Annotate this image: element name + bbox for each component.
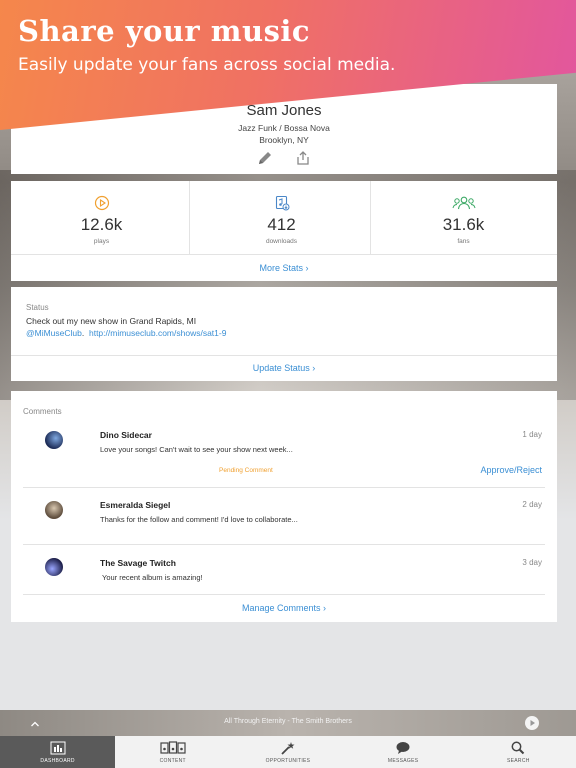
avatar [45,558,63,576]
tab-label: DASHBOARD [40,758,75,764]
play-icon [530,720,535,726]
tab-dashboard[interactable]: DASHBOARD [0,736,116,768]
comments-caption: Comments [23,407,62,416]
comment-time: 1 day [522,430,542,439]
comment-text: Love your songs! Can't wait to see your … [100,445,293,454]
stat-plays: 12.6k plays [11,181,192,254]
tab-content[interactable]: CONTENT [115,736,230,768]
stat-downloads: 412 downloads [191,181,372,254]
downloads-value: 412 [267,215,296,234]
stat-fans: 31.6k fans [373,181,554,254]
artist-genre: Jazz Funk / Bossa Nova [238,123,330,133]
comment-item[interactable]: The Savage Twitch Your recent album is a… [23,549,545,593]
search-icon [461,741,576,755]
play-button[interactable] [525,716,539,730]
download-icon [191,195,372,211]
divider [11,355,557,356]
mini-player[interactable]: All Through Eternity - The Smith Brother… [0,710,576,736]
comment-text: Thanks for the follow and comment! I'd l… [100,515,298,524]
divider [189,181,190,254]
manage-comments-link[interactable]: Manage Comments › [11,603,557,613]
tab-label: SEARCH [507,758,530,764]
banner-title: Share your music [18,14,311,48]
divider [23,544,545,545]
downloads-label: downloads [265,238,298,245]
status-links: @MiMuseClub. http://mimuseclub.com/shows… [26,328,226,338]
status-handle-link[interactable]: @MiMuseClub [26,328,82,338]
messages-icon [346,741,461,755]
divider [11,254,557,255]
pencil-icon[interactable] [257,150,273,171]
fans-value: 31.6k [442,215,485,234]
comment-item[interactable]: Esmeralda Siegel Thanks for the follow a… [23,491,545,545]
divider [370,181,371,254]
fans-label: fans [457,238,470,245]
fans-icon [373,195,554,211]
comments-card: Comments Dino Sidecar Love your songs! C… [11,391,557,622]
avatar [45,501,63,519]
tab-bar: DASHBOARD CONTENT OPPORTUNITIES MESSAGES… [0,736,576,768]
now-playing-track: All Through Eternity - The Smith Brother… [224,718,352,725]
plays-value: 12.6k [80,215,123,234]
status-caption: Status [26,303,49,312]
comment-text: Your recent album is amazing! [102,573,203,582]
update-status-link[interactable]: Update Status › [11,363,557,373]
tab-opportunities[interactable]: OPPORTUNITIES [230,736,345,768]
share-icon[interactable] [295,150,311,171]
status-url-link[interactable]: http://mimuseclub.com/shows/sat1-9 [89,328,226,338]
more-stats-link[interactable]: More Stats › [11,263,557,273]
opportunities-icon [230,741,345,755]
banner-subtitle: Easily update your fans across social me… [18,55,396,75]
tab-label: CONTENT [159,758,186,764]
approve-reject-link[interactable]: Approve/Reject [480,465,542,475]
tab-label: OPPORTUNITIES [265,758,311,764]
avatar [45,431,63,449]
comment-author: The Savage Twitch [100,558,176,568]
tab-messages[interactable]: MESSAGES [346,736,461,768]
status-card: Status Check out my new show in Grand Ra… [11,287,557,381]
divider [23,594,545,595]
comment-author: Dino Sidecar [100,430,152,440]
comment-time: 2 day [522,500,542,509]
plays-label: plays [93,238,110,245]
tab-search[interactable]: SEARCH [461,736,576,768]
comment-item[interactable]: Dino Sidecar Love your songs! Can't wait… [23,421,545,487]
status-text: Check out my new show in Grand Rapids, M… [26,316,197,326]
comment-time: 3 day [522,558,542,567]
comment-author: Esmeralda Siegel [100,500,171,510]
dashboard-icon [0,741,115,755]
status-separator: . [81,328,85,338]
tab-label: MESSAGES [387,758,419,764]
pending-comment-badge: Pending Comment [219,467,273,474]
stats-card: 12.6k plays 412 downloads 31.6k fans Mor… [11,181,557,281]
artist-location: Brooklyn, NY [259,135,309,145]
play-circle-icon [11,195,192,211]
divider [23,487,545,488]
content-icon [115,741,230,755]
